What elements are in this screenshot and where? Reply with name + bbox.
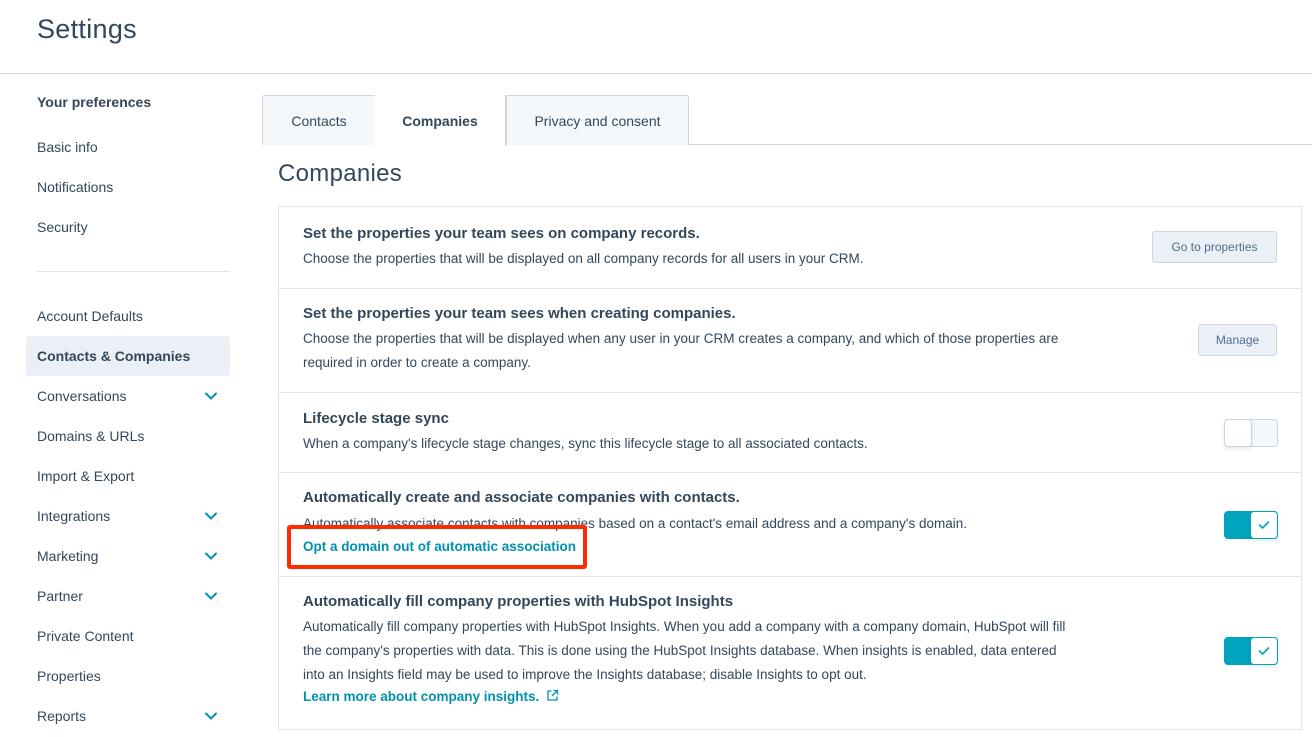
toggle-knob	[1250, 637, 1278, 665]
setting-title: Lifecycle stage sync	[303, 410, 449, 427]
sidebar-item-label: Import & Export	[37, 468, 135, 484]
sidebar-item-label: Reports	[37, 708, 87, 724]
sidebar-item-partner[interactable]: Partner	[26, 576, 230, 616]
sidebar-item-label: Conversations	[37, 388, 127, 404]
chevron-down-icon[interactable]	[204, 509, 218, 523]
setting-row-create-company-properties: Set the properties your team sees when c…	[279, 289, 1301, 393]
sidebar-item-security[interactable]: Security	[26, 207, 230, 247]
sidebar-item-basic-info[interactable]: Basic info	[26, 127, 230, 167]
sidebar-item-label: Account Defaults	[37, 308, 143, 324]
chevron-down-icon[interactable]	[204, 589, 218, 603]
sidebar-divider	[37, 271, 230, 272]
chevron-down-icon[interactable]	[204, 549, 218, 563]
sidebar-item-contacts-companies[interactable]: Contacts & Companies	[26, 336, 230, 376]
external-link-icon	[547, 689, 559, 701]
sidebar-item-label: Private Content	[37, 628, 134, 644]
setting-description: Choose the properties that will be displ…	[303, 331, 1059, 370]
checkmark-icon	[1258, 521, 1270, 529]
sidebar-item-account-defaults[interactable]: Account Defaults	[26, 296, 230, 336]
sidebar-item-label: Properties	[37, 668, 101, 684]
sidebar-item-conversations[interactable]: Conversations	[26, 376, 230, 416]
sidebar-item-label: Basic info	[37, 139, 98, 155]
sidebar-item-reports[interactable]: Reports	[26, 696, 230, 736]
settings-tabs: Contacts Companies Privacy and consent	[262, 95, 1312, 146]
setting-description: Automatically associate contacts with co…	[303, 516, 968, 531]
lifecycle-stage-sync-toggle[interactable]	[1224, 419, 1278, 447]
sidebar-item-marketing[interactable]: Marketing	[26, 536, 230, 576]
sidebar-item-label: Contacts & Companies	[37, 348, 191, 364]
setting-description: Choose the properties that will be displ…	[303, 251, 864, 266]
settings-card: Set the properties your team sees on com…	[278, 206, 1302, 730]
sidebar-item-import-export[interactable]: Import & Export	[26, 456, 230, 496]
setting-description: Automatically fill company properties wi…	[303, 619, 1066, 682]
sidebar-item-label: Integrations	[37, 508, 111, 524]
setting-title: Automatically fill company properties wi…	[303, 593, 734, 610]
chevron-down-icon[interactable]	[204, 389, 218, 403]
sidebar-heading-preferences: Your preferences	[37, 94, 152, 110]
sidebar-item-integrations[interactable]: Integrations	[26, 496, 230, 536]
learn-more-label: Learn more about company insights.	[303, 689, 540, 704]
setting-row-auto-associate-companies: Automatically create and associate compa…	[279, 473, 1301, 577]
auto-associate-toggle[interactable]	[1224, 511, 1278, 539]
sidebar-item-properties[interactable]: Properties	[26, 656, 230, 696]
sidebar-item-label: Marketing	[37, 548, 99, 564]
sidebar-item-notifications[interactable]: Notifications	[26, 167, 230, 207]
tab-companies[interactable]: Companies	[375, 95, 506, 146]
page-header: Settings	[0, 0, 1312, 74]
sidebar-item-label: Domains & URLs	[37, 428, 145, 444]
go-to-properties-button[interactable]: Go to properties	[1152, 231, 1277, 263]
setting-title: Set the properties your team sees when c…	[303, 305, 736, 322]
setting-description: When a company's lifecycle stage changes…	[303, 436, 868, 451]
setting-row-hubspot-insights: Automatically fill company properties wi…	[279, 577, 1301, 730]
toggle-knob	[1224, 419, 1252, 447]
setting-title: Set the properties your team sees on com…	[303, 225, 700, 242]
setting-row-lifecycle-stage-sync: Lifecycle stage sync When a company's li…	[279, 393, 1301, 473]
setting-title: Automatically create and associate compa…	[303, 489, 740, 506]
sidebar-item-domains-urls[interactable]: Domains & URLs	[26, 416, 230, 456]
opt-domain-out-link[interactable]: Opt a domain out of automatic associatio…	[303, 539, 576, 554]
section-title: Companies	[278, 160, 403, 187]
setting-row-company-record-properties: Set the properties your team sees on com…	[279, 207, 1301, 289]
tab-contacts[interactable]: Contacts	[262, 95, 376, 145]
chevron-down-icon[interactable]	[204, 709, 218, 723]
sidebar-item-label: Notifications	[37, 179, 114, 195]
toggle-knob	[1250, 511, 1278, 539]
page-title: Settings	[37, 14, 137, 44]
manage-button[interactable]: Manage	[1198, 324, 1277, 356]
learn-more-insights-link[interactable]: Learn more about company insights.	[303, 689, 559, 704]
hubspot-insights-toggle[interactable]	[1224, 637, 1278, 665]
tab-privacy-and-consent[interactable]: Privacy and consent	[506, 95, 689, 145]
checkmark-icon	[1258, 647, 1270, 655]
sidebar-item-label: Partner	[37, 588, 83, 604]
sidebar-item-private-content[interactable]: Private Content	[26, 616, 230, 656]
sidebar-item-label: Security	[37, 219, 88, 235]
